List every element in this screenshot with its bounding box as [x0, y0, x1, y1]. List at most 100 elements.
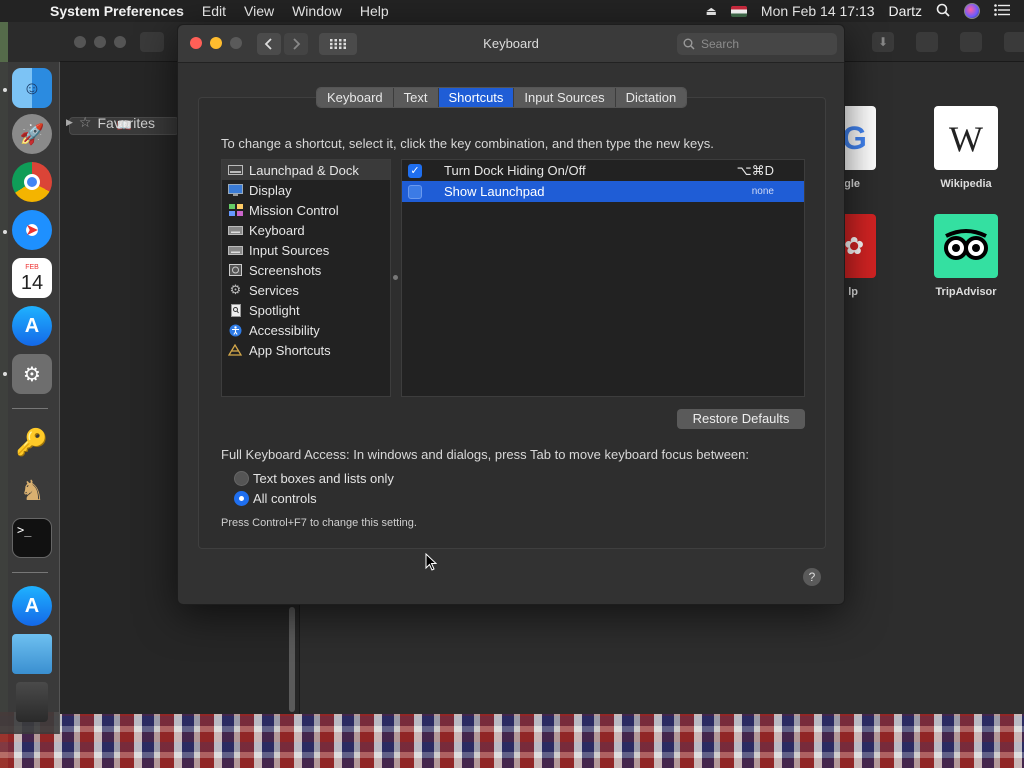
- category-mission-control[interactable]: Mission Control: [222, 200, 390, 220]
- favorite-tile-tripadvisor[interactable]: [934, 214, 998, 278]
- favorite-tile-label: TripAdvisor: [935, 286, 997, 298]
- safari-zoom-button[interactable]: [114, 36, 126, 48]
- category-screenshots[interactable]: Screenshots: [222, 260, 390, 280]
- calendar-icon[interactable]: FEB 14: [12, 258, 52, 298]
- shortcut-key-combination[interactable]: ⌥⌘D: [737, 163, 774, 179]
- accessibility-icon: [228, 324, 243, 336]
- restore-defaults-button[interactable]: Restore Defaults: [677, 409, 805, 429]
- menu-help[interactable]: Help: [360, 3, 389, 19]
- safari-downloads-icon[interactable]: ⬇: [872, 32, 894, 52]
- dock-separator: [12, 572, 48, 573]
- favorite-tile-wikipedia[interactable]: W: [934, 106, 998, 170]
- compass-icon: ➤: [25, 222, 39, 239]
- tab-shortcuts[interactable]: Shortcuts: [438, 88, 515, 107]
- category-label: Mission Control: [249, 202, 339, 218]
- finder-icon[interactable]: ☺: [12, 68, 52, 108]
- category-launchpad-dock[interactable]: Launchpad & Dock: [222, 160, 390, 180]
- shortcut-checkbox[interactable]: ✓: [408, 164, 422, 178]
- menu-view[interactable]: View: [244, 3, 274, 19]
- preference-tabs: Keyboard Text Shortcuts Input Sources Di…: [316, 87, 688, 108]
- calendar-day: 14: [20, 271, 44, 294]
- search-field[interactable]: Search: [677, 33, 837, 55]
- category-input-sources[interactable]: Input Sources: [222, 240, 390, 260]
- category-services[interactable]: ⚙ Services: [222, 280, 390, 300]
- shortcut-row-turn-dock-hiding[interactable]: ✓ Turn Dock Hiding On/Off ⌥⌘D: [402, 160, 804, 181]
- radio-all-controls[interactable]: All controls: [234, 491, 317, 506]
- desktop-wallpaper: [0, 712, 1024, 768]
- radio-button[interactable]: [234, 491, 249, 506]
- disclosure-triangle-icon[interactable]: ▶: [66, 117, 73, 128]
- menu-app-name[interactable]: System Preferences: [50, 3, 184, 19]
- category-label: Accessibility: [249, 322, 320, 338]
- folder-icon[interactable]: [12, 634, 52, 674]
- safari-new-tab-icon[interactable]: [1004, 32, 1024, 52]
- input-source-flag-icon[interactable]: [730, 5, 747, 17]
- mouse-cursor-icon: [425, 553, 437, 571]
- input-sources-icon: [228, 244, 243, 256]
- app-store-icon[interactable]: A: [12, 306, 52, 346]
- chrome-icon[interactable]: [12, 162, 52, 202]
- wikipedia-logo-icon: W: [949, 119, 983, 159]
- keyboard-access-hint: Press Control+F7 to change this setting.: [221, 517, 417, 529]
- system-preferences-icon[interactable]: ⚙: [12, 354, 52, 394]
- keychain-icon[interactable]: 🔑: [12, 422, 52, 462]
- app-store-downloads-icon[interactable]: A: [12, 586, 52, 626]
- mission-control-icon: [228, 204, 243, 216]
- category-display[interactable]: Display: [222, 180, 390, 200]
- menu-user[interactable]: Dartz: [889, 3, 922, 19]
- menu-bar: System Preferences Edit View Window Help…: [0, 0, 1024, 22]
- menu-window[interactable]: Window: [292, 3, 342, 19]
- shortcut-label: Turn Dock Hiding On/Off: [444, 163, 586, 178]
- category-label: Services: [249, 282, 299, 298]
- category-keyboard[interactable]: Keyboard: [222, 220, 390, 240]
- tab-dictation[interactable]: Dictation: [615, 88, 687, 107]
- category-accessibility[interactable]: Accessibility: [222, 320, 390, 340]
- safari-close-button[interactable]: [74, 36, 86, 48]
- spotlight-icon: [228, 303, 243, 317]
- notification-center-icon[interactable]: [994, 3, 1010, 19]
- display-icon: [228, 184, 243, 196]
- shortcut-key-combination[interactable]: none: [752, 186, 774, 197]
- radio-text-boxes-and-lists[interactable]: Text boxes and lists only: [234, 471, 394, 486]
- safari-minimize-button[interactable]: [94, 36, 106, 48]
- safari-icon[interactable]: ➤: [12, 210, 52, 250]
- launchpad-icon[interactable]: 🚀: [12, 114, 52, 154]
- safari-scrollbar[interactable]: [289, 607, 295, 712]
- radio-button[interactable]: [234, 471, 249, 486]
- chess-icon[interactable]: ♞: [12, 470, 52, 510]
- menu-bar-status-area: ⏏ Mon Feb 14 17:13 Dartz: [706, 0, 1024, 22]
- shortcut-checkbox[interactable]: [408, 185, 422, 199]
- safari-back-button[interactable]: [140, 32, 164, 52]
- running-indicator: [3, 88, 7, 92]
- instruction-text: To change a shortcut, select it, click t…: [221, 136, 714, 151]
- help-button[interactable]: ?: [803, 568, 821, 586]
- category-label: Spotlight: [249, 302, 300, 318]
- safari-tabs-icon[interactable]: [960, 32, 982, 52]
- category-app-shortcuts[interactable]: App Shortcuts: [222, 340, 390, 360]
- keyboard-icon: [228, 224, 243, 236]
- window-titlebar: Keyboard Search: [178, 25, 844, 63]
- safari-share-icon[interactable]: [916, 32, 938, 52]
- terminal-icon[interactable]: >_: [12, 518, 52, 558]
- radio-label: All controls: [253, 491, 317, 506]
- category-label: Keyboard: [249, 222, 305, 238]
- menu-clock[interactable]: Mon Feb 14 17:13: [761, 3, 875, 19]
- menu-edit[interactable]: Edit: [202, 3, 226, 19]
- tab-keyboard[interactable]: Keyboard: [317, 88, 394, 107]
- category-label: Input Sources: [249, 242, 330, 258]
- split-view-handle[interactable]: [393, 275, 398, 280]
- trash-icon[interactable]: [16, 682, 48, 722]
- tab-input-sources[interactable]: Input Sources: [514, 88, 616, 107]
- siri-icon[interactable]: [964, 3, 980, 19]
- dock-separator: [12, 408, 48, 409]
- finder-face-icon: ☺: [22, 77, 42, 98]
- gear-icon: ⚙: [229, 282, 242, 297]
- shortcut-row-show-launchpad[interactable]: Show Launchpad none: [402, 181, 804, 202]
- spotlight-search-icon[interactable]: [936, 3, 950, 20]
- tab-text[interactable]: Text: [393, 88, 439, 107]
- category-spotlight[interactable]: Spotlight: [222, 300, 390, 320]
- yelp-logo-icon: ✿: [844, 233, 865, 260]
- eject-icon[interactable]: ⏏: [706, 4, 717, 18]
- category-label: App Shortcuts: [249, 342, 331, 358]
- sidebar-favorites[interactable]: ▶ ☆ Favorites: [66, 114, 155, 131]
